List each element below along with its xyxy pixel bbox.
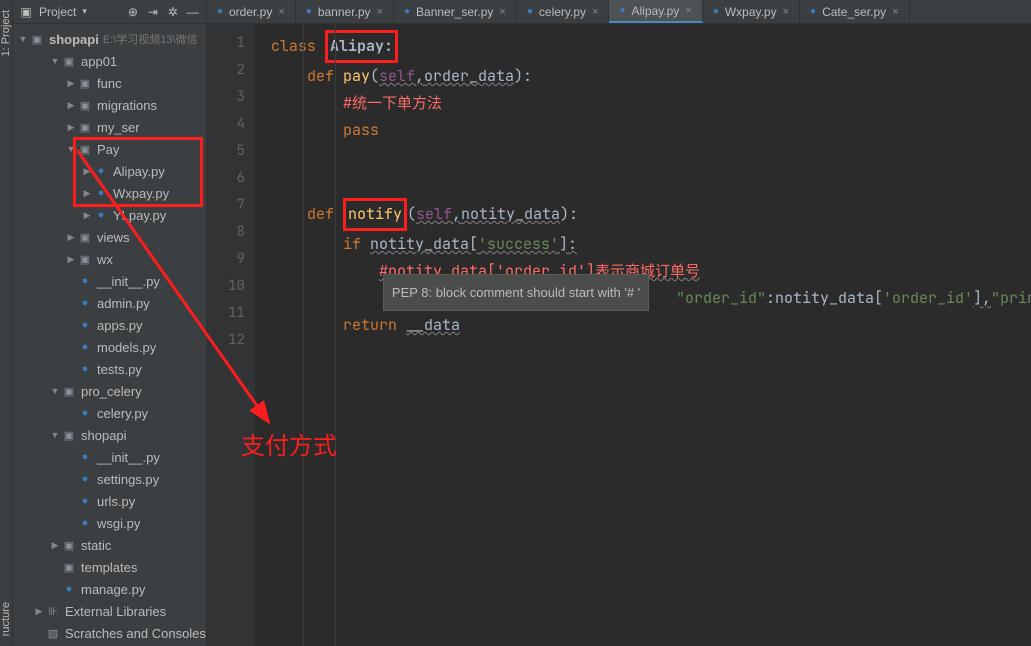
- tree-item[interactable]: ▶⊪External Libraries: [13, 600, 206, 622]
- python-file-icon: ●: [404, 6, 410, 17]
- python-file-icon: ●: [77, 471, 93, 487]
- project-tree[interactable]: ▼ ▣ shopapi E:\学习视频13\微信 ▼▣app01▶▣func▶▣…: [13, 24, 206, 646]
- folder-icon: ▣: [77, 75, 93, 91]
- tree-item[interactable]: ●celery.py: [13, 402, 206, 424]
- sidebar-title: Project: [39, 5, 76, 19]
- python-file-icon: ●: [77, 449, 93, 465]
- tree-item[interactable]: ▶●YLpay.py: [13, 204, 206, 226]
- editor-tab[interactable]: ●Wxpay.py×: [703, 0, 800, 23]
- structure-tool-tab[interactable]: ructure: [0, 602, 12, 636]
- editor-tab[interactable]: ●order.py×: [207, 0, 296, 23]
- python-file-icon: ●: [713, 6, 719, 17]
- folder-icon: ▣: [77, 119, 93, 135]
- python-file-icon: ●: [77, 361, 93, 377]
- close-icon[interactable]: ×: [685, 5, 691, 17]
- annotation-label: 支付方式: [241, 426, 337, 461]
- hide-icon[interactable]: —: [186, 5, 200, 19]
- editor-tab[interactable]: ●Banner_ser.py×: [394, 0, 517, 23]
- tree-item[interactable]: ▶▣static: [13, 534, 206, 556]
- close-icon[interactable]: ×: [892, 6, 898, 18]
- tree-item[interactable]: ●apps.py: [13, 314, 206, 336]
- editor-tab[interactable]: ●banner.py×: [296, 0, 394, 23]
- python-file-icon: ●: [77, 339, 93, 355]
- folder-icon: ▣: [77, 229, 93, 245]
- python-file-icon: ●: [217, 6, 223, 17]
- tree-item[interactable]: ▣templates: [13, 556, 206, 578]
- tree-item[interactable]: ●manage.py: [13, 578, 206, 600]
- settings-icon[interactable]: ✲: [166, 5, 180, 19]
- line-gutter: 123456789101112: [207, 24, 255, 646]
- python-file-icon: ●: [77, 515, 93, 531]
- close-icon[interactable]: ×: [499, 6, 505, 18]
- tree-item[interactable]: ▶●Alipay.py: [13, 160, 206, 182]
- python-file-icon: ●: [306, 6, 312, 17]
- python-file-icon: ●: [77, 317, 93, 333]
- python-file-icon: ●: [527, 6, 533, 17]
- tree-item[interactable]: ●tests.py: [13, 358, 206, 380]
- python-file-icon: ●: [77, 273, 93, 289]
- editor-tabs[interactable]: ●order.py×●banner.py×●Banner_ser.py×●cel…: [207, 0, 1031, 24]
- dropdown-icon[interactable]: ▾: [82, 6, 87, 17]
- editor-tab[interactable]: ●Cate_ser.py×: [800, 0, 910, 23]
- folder-icon: ▧: [45, 625, 61, 641]
- sidebar-header: ▣ Project ▾ ⊕ ⇥ ✲ —: [13, 0, 206, 24]
- tree-item[interactable]: ▶●Wxpay.py: [13, 182, 206, 204]
- target-icon[interactable]: ⊕: [126, 5, 140, 19]
- folder-icon: ▣: [61, 537, 77, 553]
- python-file-icon: ●: [93, 185, 109, 201]
- close-icon[interactable]: ×: [592, 6, 598, 18]
- code-editor[interactable]: 123456789101112 class Alipay: def pay(se…: [207, 24, 1031, 646]
- python-file-icon: ●: [93, 207, 109, 223]
- close-icon[interactable]: ×: [278, 6, 284, 18]
- tree-item[interactable]: ▧Scratches and Consoles: [13, 622, 206, 644]
- folder-icon: ▣: [61, 559, 77, 575]
- project-sidebar: ▣ Project ▾ ⊕ ⇥ ✲ — ▼ ▣ shopapi E:\学习视频1…: [13, 0, 207, 646]
- project-tool-tab[interactable]: 1: Project: [0, 10, 12, 56]
- tree-item[interactable]: ▶▣my_ser: [13, 116, 206, 138]
- folder-icon: ▣: [77, 251, 93, 267]
- folder-icon: ▣: [77, 97, 93, 113]
- folder-icon: ▣: [61, 427, 77, 443]
- python-file-icon: ●: [619, 5, 625, 16]
- tree-item[interactable]: ●settings.py: [13, 468, 206, 490]
- close-icon[interactable]: ×: [377, 6, 383, 18]
- tree-item[interactable]: ▶▣wx: [13, 248, 206, 270]
- tree-item[interactable]: ●__init__.py: [13, 270, 206, 292]
- collapse-icon[interactable]: ⇥: [146, 5, 160, 19]
- folder-icon: ⊪: [45, 603, 61, 619]
- pep8-tooltip: PEP 8: block comment should start with '…: [383, 274, 649, 311]
- tree-item[interactable]: ▼▣pro_celery: [13, 380, 206, 402]
- folder-icon: ▣: [61, 383, 77, 399]
- folder-icon: ▣: [77, 141, 93, 157]
- close-icon[interactable]: ×: [783, 6, 789, 18]
- tree-item[interactable]: ●wsgi.py: [13, 512, 206, 534]
- project-icon: ▣: [19, 5, 33, 19]
- tree-root[interactable]: ▼ ▣ shopapi E:\学习视频13\微信: [13, 28, 206, 50]
- tree-item[interactable]: ▶▣func: [13, 72, 206, 94]
- editor-tab[interactable]: ●Alipay.py×: [609, 0, 702, 23]
- python-file-icon: ●: [77, 493, 93, 509]
- folder-icon: ▣: [61, 53, 77, 69]
- code-content[interactable]: class Alipay: def pay(self,order_data): …: [255, 24, 1031, 646]
- tree-item[interactable]: ●__init__.py: [13, 446, 206, 468]
- tree-item[interactable]: ●admin.py: [13, 292, 206, 314]
- python-file-icon: ●: [93, 163, 109, 179]
- editor-tab[interactable]: ●celery.py×: [517, 0, 610, 23]
- editor-area: ●order.py×●banner.py×●Banner_ser.py×●cel…: [207, 0, 1031, 646]
- left-tool-rail[interactable]: 1: Project ructure: [0, 0, 13, 646]
- tree-item[interactable]: ●models.py: [13, 336, 206, 358]
- tree-item[interactable]: ▼▣Pay: [13, 138, 206, 160]
- python-file-icon: ●: [810, 6, 816, 17]
- tree-item[interactable]: ▼▣shopapi: [13, 424, 206, 446]
- tree-item[interactable]: ▶▣migrations: [13, 94, 206, 116]
- tree-item[interactable]: ▼▣app01: [13, 50, 206, 72]
- folder-icon: ▣: [29, 31, 45, 47]
- python-file-icon: ●: [77, 295, 93, 311]
- python-file-icon: ●: [77, 405, 93, 421]
- tree-item[interactable]: ●urls.py: [13, 490, 206, 512]
- tree-item[interactable]: ▶▣views: [13, 226, 206, 248]
- python-file-icon: ●: [61, 581, 77, 597]
